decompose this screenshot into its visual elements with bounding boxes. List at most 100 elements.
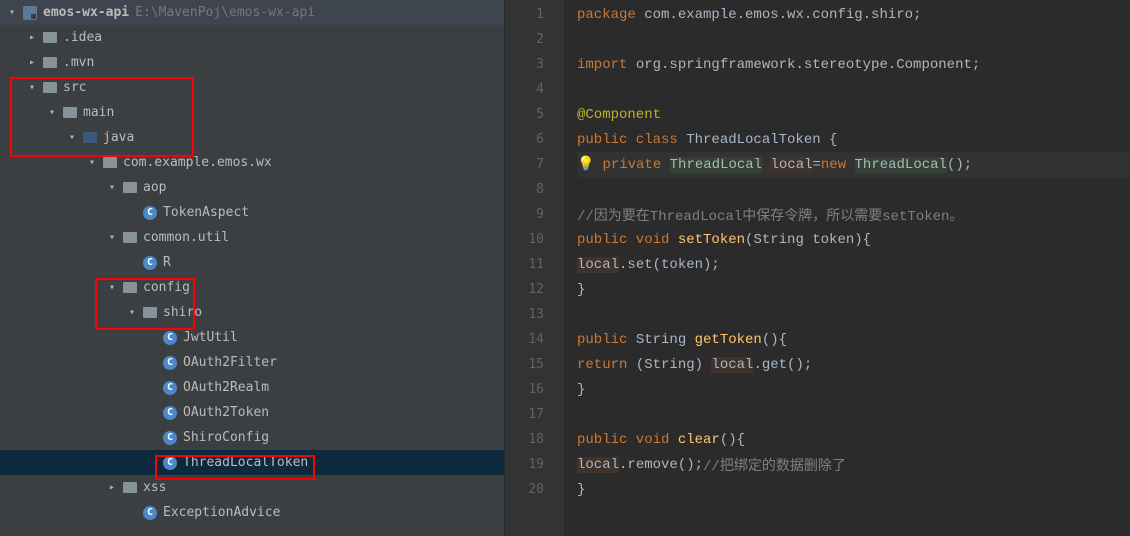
tree-oauth2filter[interactable]: C OAuth2Filter bbox=[0, 350, 504, 375]
package-icon bbox=[122, 230, 138, 246]
tree-commonutil[interactable]: ▾ common.util bbox=[0, 225, 504, 250]
folder-icon bbox=[42, 30, 58, 46]
code-line-14[interactable]: public String getToken(){ bbox=[577, 327, 1130, 352]
class-icon: C bbox=[142, 255, 158, 271]
code-line-7[interactable]: 💡private ThreadLocal local=new ThreadLoc… bbox=[577, 152, 1130, 177]
line-number: 9 bbox=[505, 202, 564, 227]
project-tree[interactable]: ▾ emos-wx-api E:\MavenPoj\emos-wx-api ▸ … bbox=[0, 0, 505, 536]
class-icon: C bbox=[162, 355, 178, 371]
code-line-9[interactable]: //因为要在ThreadLocal中保存令牌，所以需要setToken。 bbox=[577, 202, 1130, 227]
folder-icon bbox=[42, 80, 58, 96]
tree-src[interactable]: ▾ src bbox=[0, 75, 504, 100]
line-number: 14 bbox=[505, 327, 564, 352]
code-line-18[interactable]: public void clear(){ bbox=[577, 427, 1130, 452]
tree-idea[interactable]: ▸ .idea bbox=[0, 25, 504, 50]
tree-r[interactable]: C R bbox=[0, 250, 504, 275]
chevron-down-icon[interactable]: ▾ bbox=[102, 282, 122, 293]
line-number: 20 bbox=[505, 477, 564, 502]
tree-root[interactable]: ▾ emos-wx-api E:\MavenPoj\emos-wx-api bbox=[0, 0, 504, 25]
code-line-3[interactable]: import org.springframework.stereotype.Co… bbox=[577, 52, 1130, 77]
code-line-2[interactable] bbox=[577, 27, 1130, 52]
line-number: 4 bbox=[505, 77, 564, 102]
chevron-down-icon[interactable]: ▾ bbox=[102, 232, 122, 243]
line-number: 17 bbox=[505, 402, 564, 427]
package-icon bbox=[122, 180, 138, 196]
line-number: 5 bbox=[505, 102, 564, 127]
package-icon bbox=[122, 280, 138, 296]
tree-package[interactable]: ▾ com.example.emos.wx bbox=[0, 150, 504, 175]
chevron-right-icon[interactable]: ▸ bbox=[22, 57, 42, 68]
chevron-down-icon[interactable]: ▾ bbox=[122, 307, 142, 318]
tree-mvn[interactable]: ▸ .mvn bbox=[0, 50, 504, 75]
line-number: 8 bbox=[505, 177, 564, 202]
code-line-10[interactable]: public void setToken(String token){ bbox=[577, 227, 1130, 252]
code-line-13[interactable] bbox=[577, 302, 1130, 327]
chevron-down-icon[interactable]: ▾ bbox=[102, 182, 122, 193]
tree-shiroconfig[interactable]: C ShiroConfig bbox=[0, 425, 504, 450]
tree-xss[interactable]: ▸ xss bbox=[0, 475, 504, 500]
chevron-down-icon[interactable]: ▾ bbox=[42, 107, 62, 118]
class-icon: C bbox=[162, 330, 178, 346]
line-number: 11 bbox=[505, 252, 564, 277]
code-line-11[interactable]: local.set(token); bbox=[577, 252, 1130, 277]
code-line-1[interactable]: package com.example.emos.wx.config.shiro… bbox=[577, 2, 1130, 27]
code-editor[interactable]: 1 2 3 4 5 6 7 8 9 10 11 12 13 14 15 16 1… bbox=[505, 0, 1130, 536]
chevron-right-icon[interactable]: ▸ bbox=[22, 32, 42, 43]
editor-gutter: 1 2 3 4 5 6 7 8 9 10 11 12 13 14 15 16 1… bbox=[505, 0, 565, 536]
tree-aop[interactable]: ▾ aop bbox=[0, 175, 504, 200]
chevron-down-icon[interactable]: ▾ bbox=[2, 7, 22, 18]
class-icon: C bbox=[162, 380, 178, 396]
tree-oauth2realm[interactable]: C OAuth2Realm bbox=[0, 375, 504, 400]
chevron-down-icon[interactable]: ▾ bbox=[22, 82, 42, 93]
tree-shiro[interactable]: ▾ shiro bbox=[0, 300, 504, 325]
line-number: 16 bbox=[505, 377, 564, 402]
code-line-20[interactable]: } bbox=[577, 477, 1130, 502]
code-line-4[interactable] bbox=[577, 77, 1130, 102]
tree-jwtutil[interactable]: C JwtUtil bbox=[0, 325, 504, 350]
line-number: 3 bbox=[505, 52, 564, 77]
code-line-16[interactable]: } bbox=[577, 377, 1130, 402]
tree-main[interactable]: ▾ main bbox=[0, 100, 504, 125]
class-icon: C bbox=[142, 505, 158, 521]
package-icon bbox=[102, 155, 118, 171]
chevron-down-icon[interactable]: ▾ bbox=[62, 132, 82, 143]
code-line-5[interactable]: @Component bbox=[577, 102, 1130, 127]
class-icon: C bbox=[142, 205, 158, 221]
chevron-down-icon[interactable]: ▾ bbox=[82, 157, 102, 168]
bulb-icon[interactable]: 💡 bbox=[577, 156, 594, 173]
project-name: emos-wx-api bbox=[43, 5, 129, 20]
package-icon bbox=[122, 480, 138, 496]
line-number: 13 bbox=[505, 302, 564, 327]
folder-icon bbox=[42, 55, 58, 71]
code-line-17[interactable] bbox=[577, 402, 1130, 427]
folder-icon bbox=[62, 105, 78, 121]
code-line-15[interactable]: return (String) local.get(); bbox=[577, 352, 1130, 377]
chevron-right-icon[interactable]: ▸ bbox=[102, 482, 122, 493]
line-number: 2 bbox=[505, 27, 564, 52]
code-content[interactable]: package com.example.emos.wx.config.shiro… bbox=[565, 0, 1130, 536]
line-number: 18 bbox=[505, 427, 564, 452]
code-line-19[interactable]: local.remove();//把绑定的数据删除了 bbox=[577, 452, 1130, 477]
line-number: 10 bbox=[505, 227, 564, 252]
class-icon: C bbox=[162, 430, 178, 446]
tree-java[interactable]: ▾ java bbox=[0, 125, 504, 150]
line-number: 15 bbox=[505, 352, 564, 377]
package-icon bbox=[142, 305, 158, 321]
code-line-12[interactable]: } bbox=[577, 277, 1130, 302]
tree-config[interactable]: ▾ config bbox=[0, 275, 504, 300]
line-number: 19 bbox=[505, 452, 564, 477]
tree-threadlocaltoken[interactable]: C ThreadLocalToken bbox=[0, 450, 504, 475]
tree-exceptionadvice[interactable]: C ExceptionAdvice bbox=[0, 500, 504, 525]
code-line-8[interactable] bbox=[577, 177, 1130, 202]
line-number: 7 bbox=[505, 152, 564, 177]
class-icon: C bbox=[162, 405, 178, 421]
class-icon: C bbox=[162, 455, 178, 471]
line-number: 1 bbox=[505, 2, 564, 27]
code-line-6[interactable]: public class ThreadLocalToken { bbox=[577, 127, 1130, 152]
tree-tokenaspect[interactable]: C TokenAspect bbox=[0, 200, 504, 225]
module-icon bbox=[22, 5, 38, 21]
tree-oauth2token[interactable]: C OAuth2Token bbox=[0, 400, 504, 425]
line-number: 12 bbox=[505, 277, 564, 302]
line-number: 6 bbox=[505, 127, 564, 152]
project-path: E:\MavenPoj\emos-wx-api bbox=[135, 5, 315, 20]
